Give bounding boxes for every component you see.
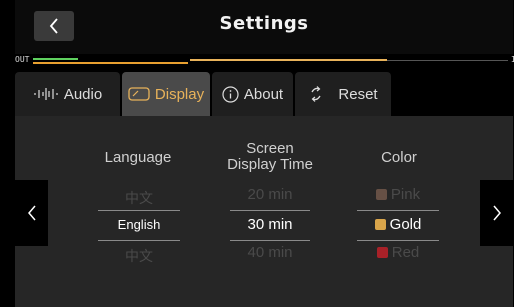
- color-option-next[interactable]: Red: [357, 244, 439, 261]
- language-divider-top: [98, 210, 180, 211]
- color-option-prev-label: Pink: [390, 186, 421, 203]
- out-meter-label: OUT: [15, 55, 30, 64]
- screen-time-selected[interactable]: 30 min: [230, 216, 310, 233]
- display-icon: [128, 87, 150, 101]
- screen-time-option-prev[interactable]: 20 min: [230, 186, 310, 203]
- language-header: Language: [104, 149, 172, 166]
- tab-bar: Audio Display About Reset: [15, 72, 513, 116]
- tab-about[interactable]: About: [212, 72, 293, 116]
- screen-time-header: Screen Display Time: [210, 141, 330, 173]
- settings-screen: Settings OUT IN Audio: [15, 0, 514, 307]
- title-bar: Settings: [15, 0, 513, 54]
- tab-audio-label: Audio: [63, 85, 103, 103]
- color-option-next-label: Red: [391, 244, 420, 261]
- language-selected[interactable]: English: [98, 217, 180, 232]
- screen-time-divider-top: [230, 210, 310, 211]
- display-settings-panel: Language 中文 English 中文 Screen Display Ti…: [15, 116, 513, 307]
- language-divider-bottom: [98, 240, 180, 241]
- red-swatch: [376, 247, 388, 258]
- out-meter-bar: [33, 58, 78, 60]
- in-meter-bar: [190, 59, 388, 61]
- tab-display-label: Display: [154, 85, 205, 103]
- screen-time-option-next[interactable]: 40 min: [230, 244, 310, 261]
- next-page-button[interactable]: [480, 180, 513, 246]
- tab-reset-label: Reset: [338, 85, 378, 103]
- color-selected-label: Gold: [389, 216, 422, 233]
- chevron-right-icon: [492, 205, 501, 221]
- tab-about-label: About: [243, 85, 284, 103]
- pink-swatch: [375, 189, 387, 200]
- color-divider-top: [357, 210, 439, 211]
- info-icon: [222, 85, 239, 103]
- screen-time-header-line1: Screen: [246, 140, 294, 157]
- waveform-icon: [33, 87, 59, 101]
- color-selected[interactable]: Gold: [357, 216, 439, 233]
- language-option-prev[interactable]: 中文: [98, 188, 180, 208]
- level-meters: OUT IN: [15, 54, 514, 68]
- prev-page-button[interactable]: [15, 180, 48, 246]
- gold-swatch: [374, 219, 386, 230]
- page-title: Settings: [219, 13, 309, 34]
- tab-reset[interactable]: Reset: [295, 72, 391, 116]
- out-meter-peak: [33, 62, 188, 64]
- screen-time-header-line2: Display Time: [227, 156, 313, 173]
- screen-time-divider-bottom: [230, 240, 310, 241]
- color-header: Color: [381, 149, 417, 166]
- color-divider-bottom: [357, 240, 439, 241]
- chevron-left-icon: [27, 205, 36, 221]
- reset-icon: [308, 85, 324, 103]
- language-option-next[interactable]: 中文: [98, 246, 180, 266]
- color-option-prev[interactable]: Pink: [357, 186, 439, 203]
- tab-audio[interactable]: Audio: [15, 72, 120, 116]
- tab-display[interactable]: Display: [122, 72, 210, 116]
